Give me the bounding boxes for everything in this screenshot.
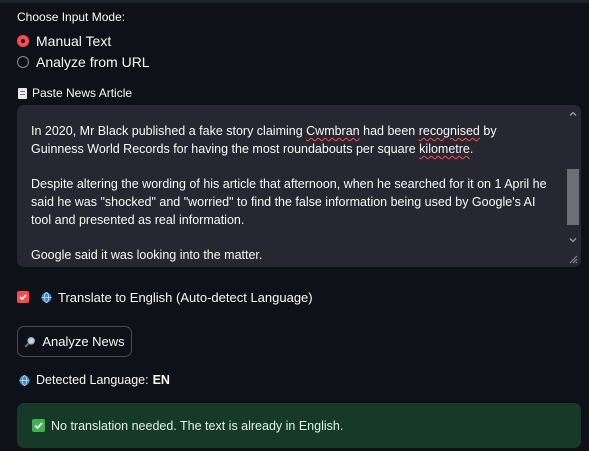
spellcheck-word: kilometre bbox=[419, 142, 470, 156]
article-label-row: Paste News Article bbox=[18, 86, 132, 100]
radio-unselected-icon[interactable] bbox=[17, 56, 29, 68]
detected-language-value: EN bbox=[152, 373, 170, 387]
detected-language: Detected Language: EN bbox=[19, 373, 170, 387]
success-message: No translation needed. The text is alrea… bbox=[51, 418, 344, 433]
scroll-down-icon[interactable] bbox=[568, 235, 578, 245]
radio-manual-text[interactable]: Manual Text bbox=[17, 31, 111, 51]
scroll-up-icon[interactable] bbox=[568, 109, 578, 119]
globe-icon bbox=[19, 374, 30, 386]
article-paragraph-1: In 2020, Mr Black published a fake story… bbox=[31, 124, 497, 156]
top-bar bbox=[0, 0, 589, 3]
analyze-news-label: Analyze News bbox=[42, 334, 125, 349]
analyze-news-button[interactable]: Analyze News bbox=[17, 326, 132, 357]
textarea-scrollbar[interactable] bbox=[565, 105, 581, 267]
scroll-thumb[interactable] bbox=[567, 169, 579, 225]
article-textarea[interactable]: In 2020, Mr Black published a fake story… bbox=[17, 105, 581, 267]
spellcheck-word: Cwmbran bbox=[306, 124, 360, 138]
spellcheck-word: recognised bbox=[418, 124, 480, 138]
article-paragraph-2: Despite altering the wording of his arti… bbox=[31, 177, 547, 227]
page-facing-up-icon bbox=[18, 87, 27, 99]
success-alert: No translation needed. The text is alrea… bbox=[17, 403, 581, 448]
magnifier-icon bbox=[24, 336, 36, 348]
radio-manual-text-label: Manual Text bbox=[36, 33, 112, 49]
check-mark-icon bbox=[32, 419, 45, 432]
radio-selected-icon[interactable] bbox=[17, 35, 29, 47]
resize-handle-icon[interactable] bbox=[568, 254, 578, 264]
translate-checkbox-row[interactable]: Translate to English (Auto-detect Langua… bbox=[17, 288, 313, 306]
checkbox-checked-icon[interactable] bbox=[17, 291, 29, 303]
translate-label: Translate to English (Auto-detect Langua… bbox=[58, 289, 313, 305]
article-text[interactable]: In 2020, Mr Black published a fake story… bbox=[31, 122, 551, 267]
radio-analyze-url-label: Analyze from URL bbox=[36, 54, 150, 70]
article-paragraph-3: Google said it was looking into the matt… bbox=[31, 248, 263, 262]
globe-icon bbox=[41, 291, 52, 303]
detected-language-label: Detected Language: bbox=[36, 373, 149, 387]
radio-analyze-url[interactable]: Analyze from URL bbox=[17, 52, 150, 72]
article-label: Paste News Article bbox=[32, 86, 133, 100]
input-mode-label: Choose Input Mode: bbox=[17, 10, 126, 24]
